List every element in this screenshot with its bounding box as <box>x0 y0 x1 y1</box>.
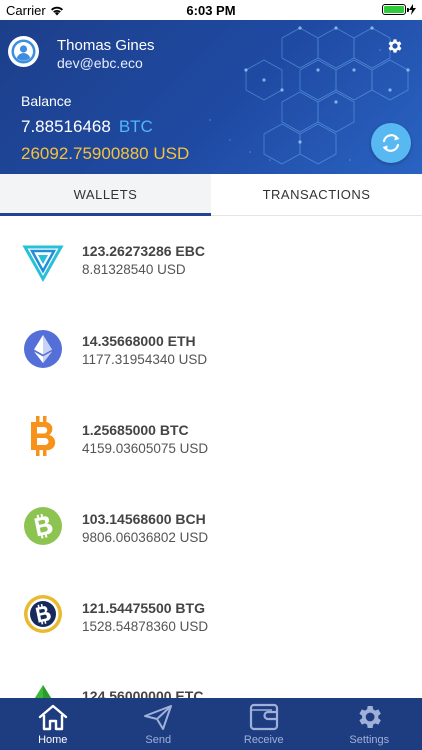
wallet-usd-value: 4159.03605075 USD <box>82 441 209 456</box>
nav-settings-label: Settings <box>349 734 390 746</box>
nav-receive-label: Receive <box>243 734 284 746</box>
balance-usd: 26092.75900880 USD <box>21 144 190 163</box>
wallet-row-btc[interactable]: 1.25685000 BTC 4159.03605075 USD <box>0 393 422 481</box>
bottom-nav: Home Send Receive Settings <box>0 698 422 750</box>
balance-btc-unit: BTC <box>118 117 153 136</box>
charging-icon <box>409 4 416 15</box>
wallet-usd-value: 8.81328540 USD <box>82 262 186 277</box>
user-email: dev@ebc.eco <box>57 55 143 71</box>
bch-coin-icon <box>22 505 64 547</box>
user-icon <box>11 39 36 64</box>
ebc-coin-icon <box>22 241 64 283</box>
wallet-row-btg[interactable]: 121.54475500 BTG 1528.54878360 USD <box>0 571 422 659</box>
wallet-icon <box>248 702 280 732</box>
settings-gear-icon[interactable] <box>386 37 404 55</box>
home-icon <box>37 702 69 732</box>
gear-icon <box>353 702 385 732</box>
nav-home-label: Home <box>38 734 68 746</box>
refresh-icon <box>382 134 400 152</box>
send-icon <box>142 702 174 732</box>
user-name: Thomas Gines <box>57 37 155 54</box>
status-bar: Carrier 6:03 PM <box>0 0 422 20</box>
wallet-list: 123.26273286 EBC 8.81328540 USD 14.35668… <box>0 216 422 698</box>
tab-wallets[interactable]: WALLETS <box>0 174 211 216</box>
avatar[interactable] <box>8 36 39 67</box>
wallet-usd-value: 1177.31954340 USD <box>82 352 208 367</box>
balance-btc-amount: 7.88516468 <box>21 117 111 136</box>
btc-coin-icon <box>22 415 64 457</box>
balance-btc: 7.88516468 BTC <box>21 117 153 137</box>
nav-send[interactable]: Send <box>106 698 212 750</box>
nav-receive[interactable]: Receive <box>211 698 317 750</box>
etc-coin-icon <box>22 680 64 698</box>
wallet-row-bch[interactable]: 103.14568600 BCH 9806.06036802 USD <box>0 482 422 570</box>
wallet-amount: 103.14568600 BCH <box>82 511 206 527</box>
wallet-amount: 124.56000000 ETC <box>82 688 204 698</box>
status-time: 6:03 PM <box>186 3 236 18</box>
wallet-amount: 123.26273286 EBC <box>82 243 205 259</box>
wallet-row-ebc[interactable]: 123.26273286 EBC 8.81328540 USD <box>0 216 422 304</box>
refresh-button[interactable] <box>371 123 411 163</box>
wallet-amount: 121.54475500 BTG <box>82 600 205 616</box>
wallet-amount: 1.25685000 BTC <box>82 422 189 438</box>
nav-settings[interactable]: Settings <box>317 698 422 750</box>
account-header: Thomas Gines dev@ebc.eco Balance 7.88516… <box>0 20 422 174</box>
eth-coin-icon <box>22 328 64 370</box>
balance-label: Balance <box>21 93 72 109</box>
nav-home[interactable]: Home <box>0 698 106 750</box>
status-right <box>382 4 416 15</box>
wallet-row-eth[interactable]: 14.35668000 ETH 1177.31954340 USD <box>0 304 422 392</box>
tab-transactions[interactable]: TRANSACTIONS <box>211 174 422 215</box>
tab-bar: WALLETS TRANSACTIONS <box>0 174 422 216</box>
wallet-row-etc[interactable]: 124.56000000 ETC <box>0 660 422 698</box>
wallet-usd-value: 1528.54878360 USD <box>82 619 209 634</box>
nav-send-label: Send <box>145 734 172 746</box>
btg-coin-icon <box>22 593 64 635</box>
wallet-usd-value: 9806.06036802 USD <box>82 530 209 545</box>
wallet-amount: 14.35668000 ETH <box>82 333 196 349</box>
battery-icon <box>382 4 409 15</box>
